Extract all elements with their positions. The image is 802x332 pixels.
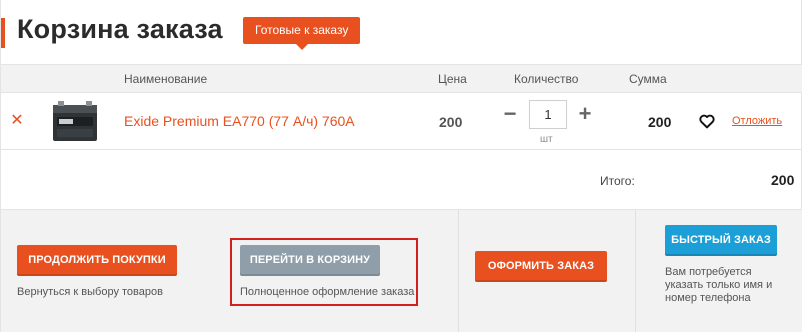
page-title: Корзина заказа [17,14,223,44]
product-sum: 200 [648,114,672,130]
table-header: Наименование Цена Количество Сумма [1,64,802,92]
cart-popup: Корзина заказа Готовые к заказу Наименов… [0,0,802,332]
decrease-quantity-button[interactable]: − [501,103,519,125]
continue-shopping-note: Вернуться к выбору товаров [17,286,163,298]
quantity-input[interactable] [529,100,567,129]
totals-row: Итого: 200 [1,150,802,210]
goto-cart-note: Полноценное оформление заказа [240,286,415,298]
quick-order-button[interactable]: Быстрый заказ [665,225,777,256]
total-label: Итого: [600,174,635,188]
goto-cart-button[interactable]: Перейти в корзину [240,245,380,276]
product-name-link[interactable]: Exide Premium EA770 (77 А/ч) 760А [124,113,355,129]
car-battery-icon [51,99,99,145]
footer-divider [458,210,459,332]
column-name-header: Наименование [124,72,208,86]
total-value: 200 [771,172,795,188]
cart-header: Корзина заказа Готовые к заказу [1,0,802,64]
postpone-link[interactable]: Отложить [732,115,782,127]
increase-quantity-button[interactable]: + [575,103,595,125]
header-accent-bar [1,18,5,48]
continue-shopping-button[interactable]: Продолжить покупки [17,245,177,276]
quantity-unit: шт [540,134,553,145]
footer-divider [635,210,636,332]
column-quantity-header: Количество [514,72,579,86]
column-sum-header: Сумма [629,72,667,86]
column-price-header: Цена [438,72,467,86]
heart-icon[interactable] [698,112,716,130]
checkout-button[interactable]: Оформить заказ [475,251,607,282]
cart-footer: Продолжить покупки Вернуться к выбору то… [1,210,802,332]
close-x-icon[interactable]: ✕ [10,111,24,131]
table-row: ✕ Exide Premium EA770 (77 А/ч) 760А 200 … [1,92,802,150]
quick-order-note: Вам потребуется указать только имя и ном… [665,266,773,304]
ready-to-order-badge[interactable]: Готовые к заказу [243,17,361,50]
product-price: 200 [439,114,463,130]
